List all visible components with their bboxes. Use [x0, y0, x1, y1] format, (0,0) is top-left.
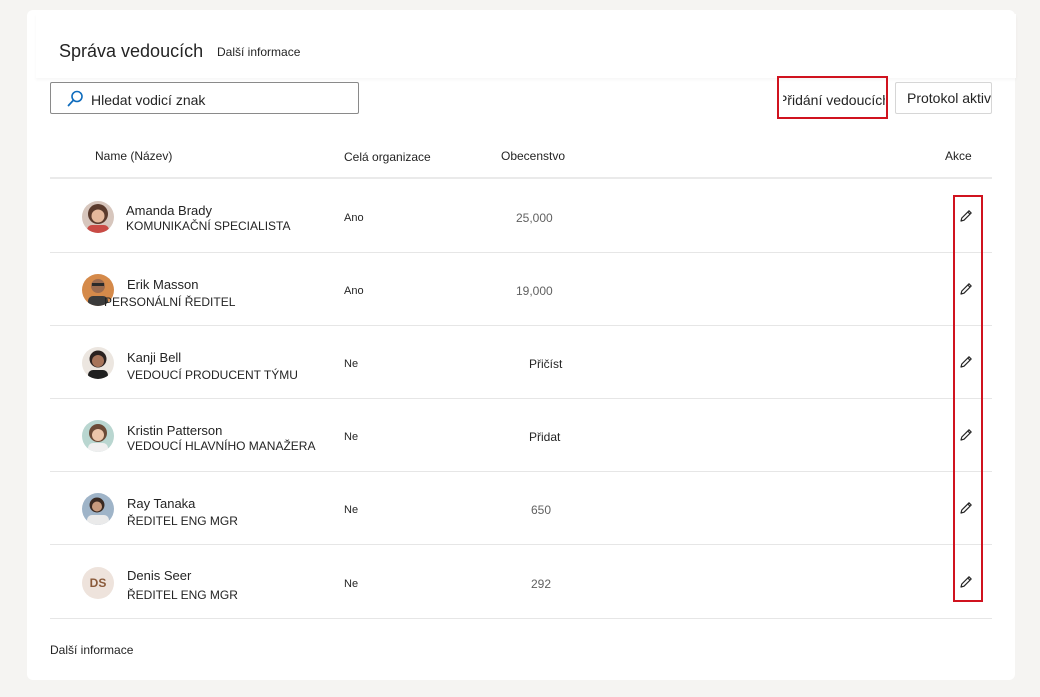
- person-name: Kristin Patterson: [127, 423, 223, 438]
- person-title: VEDOUCÍ PRODUCENT TÝMU: [127, 368, 298, 382]
- person-name: Ray Tanaka: [127, 496, 196, 511]
- person-name: Kanji Bell: [127, 350, 182, 365]
- search-input[interactable]: Hledat vodicí znak: [50, 82, 359, 114]
- table-row: Kristin Patterson VEDOUCÍ HLAVNÍHO MANAŽ…: [50, 399, 992, 472]
- table-row: Ray Tanaka ŘEDITEL ENG MGR Ne 650: [50, 472, 992, 545]
- highlight-add-button: [777, 76, 888, 119]
- table-row: Amanda Brady KOMUNIKAČNÍ SPECIALISTA Ano…: [50, 180, 992, 253]
- person-name: Amanda Brady: [126, 203, 212, 218]
- avatar-photo: [82, 420, 114, 452]
- column-header-audience[interactable]: Obecenstvo: [501, 149, 565, 163]
- avatar-initials: DS: [82, 567, 114, 599]
- table-row: Erik Masson PERSONÁLNÍ ŘEDITEL Ano 19,00…: [50, 253, 992, 326]
- person-name: Erik Masson: [127, 277, 199, 292]
- footer-more-info-link[interactable]: Další informace: [50, 643, 133, 657]
- person-title: ŘEDITEL ENG MGR: [127, 514, 238, 528]
- audience-cell: 19,000: [516, 284, 553, 298]
- column-header-actions: Akce: [945, 149, 972, 163]
- avatar-photo: [82, 493, 114, 525]
- person-title: PERSONÁLNÍ ŘEDITEL: [104, 295, 236, 309]
- avatar-photo: [82, 347, 114, 379]
- org-cell: Ne: [344, 504, 359, 516]
- column-header-org[interactable]: Celá organizace: [344, 150, 431, 164]
- search-icon: [67, 90, 83, 107]
- person-title: ŘEDITEL ENG MGR: [127, 588, 238, 602]
- person-title: VEDOUCÍ HLAVNÍHO MANAŽERA: [127, 439, 316, 453]
- org-cell: Ne: [344, 578, 359, 590]
- avatar-photo: [82, 201, 114, 233]
- person-title: KOMUNIKAČNÍ SPECIALISTA: [126, 219, 291, 233]
- audience-count-link[interactable]: Přičíst: [529, 357, 562, 371]
- table-row: DS Denis Seer ŘEDITEL ENG MGR Ne 292: [50, 546, 992, 619]
- org-cell: Ne: [344, 431, 359, 443]
- person-name: Denis Seer: [127, 568, 192, 583]
- header-divider: [50, 177, 992, 179]
- org-cell: Ano: [344, 285, 364, 297]
- avatar: [82, 493, 114, 525]
- avatar: [82, 347, 114, 379]
- avatar: [82, 420, 114, 452]
- activity-log-button[interactable]: Protokol aktivit: [895, 82, 992, 114]
- audience-cell: 292: [531, 577, 552, 591]
- audience-add-link[interactable]: Přidat: [529, 430, 560, 444]
- highlight-actions-column: [953, 195, 983, 602]
- header-more-info-link[interactable]: Další informace: [217, 45, 300, 59]
- table-row: Kanji Bell VEDOUCÍ PRODUCENT TÝMU Ne Při…: [50, 326, 992, 399]
- search-placeholder: Hledat vodicí znak: [91, 92, 206, 108]
- column-header-name[interactable]: Name (Název): [95, 149, 172, 163]
- avatar: [82, 201, 114, 233]
- org-cell: Ne: [344, 358, 359, 370]
- org-cell: Ano: [344, 212, 364, 224]
- page-title: Správa vedoucích: [59, 41, 204, 61]
- audience-cell: 650: [531, 503, 552, 517]
- audience-cell: 25,000: [516, 211, 553, 225]
